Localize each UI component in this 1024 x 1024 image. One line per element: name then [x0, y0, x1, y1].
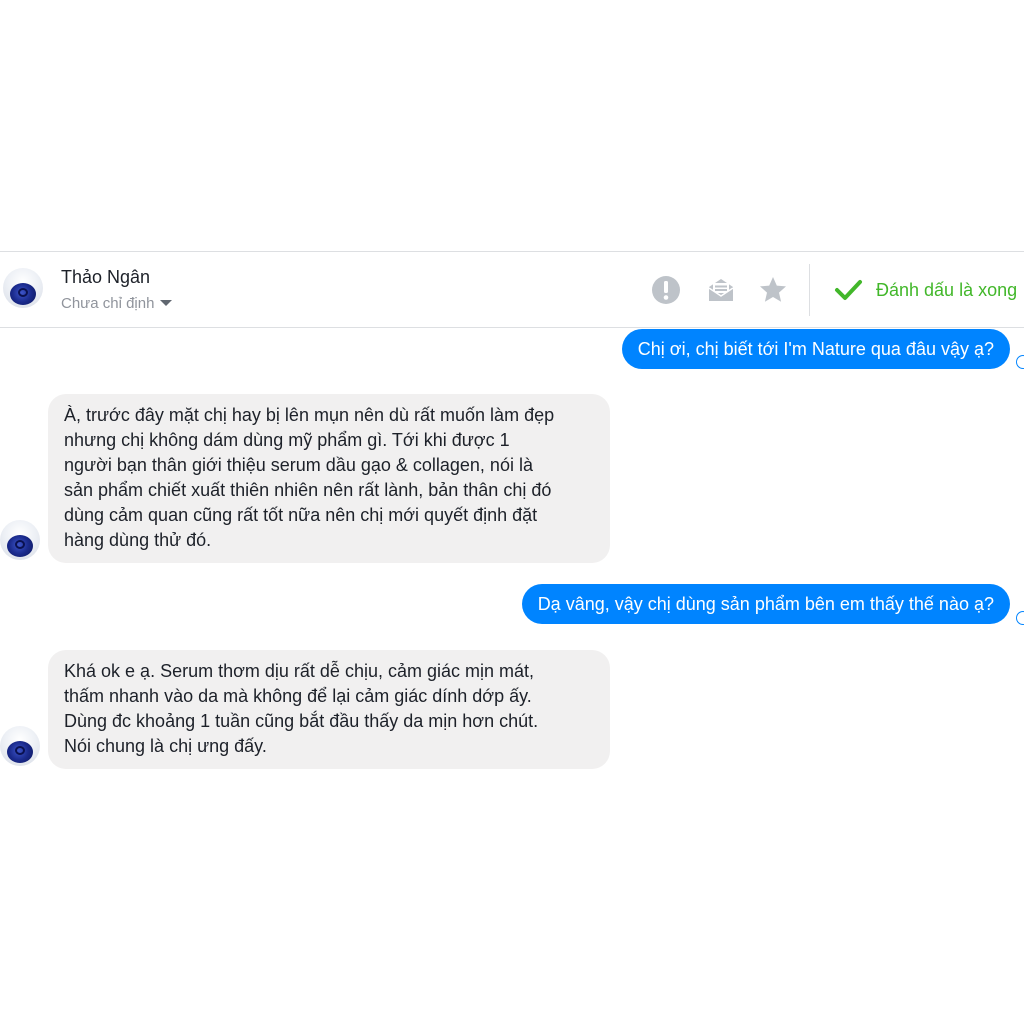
mark-done-label: Đánh dấu là xong — [876, 279, 1018, 300]
sender-avatar[interactable] — [0, 520, 40, 560]
incoming-message[interactable]: Khá ok e ạ. Serum thơm dịu rất dễ chịu, … — [48, 650, 610, 769]
outgoing-message[interactable]: Dạ vâng, vậy chị dùng sản phẩm bên em th… — [521, 584, 1010, 624]
message-text: Chị ơi, chị biết tới I'm Nature qua đâu … — [637, 339, 994, 359]
sender-avatar[interactable] — [0, 726, 40, 766]
message-line: dùng cảm quan cũng rất tốt nữa nên chị m… — [64, 505, 538, 525]
checkmark-icon — [835, 280, 862, 300]
header-divider — [809, 264, 810, 316]
chat-window: Thảo Ngân Chưa chỉ định Đánh dấu là xong… — [0, 0, 1024, 1024]
message-line: Dùng đc khoảng 1 tuần cũng bắt đầu thấy … — [64, 711, 539, 731]
conversation-header: Thảo Ngân Chưa chỉ định Đánh dấu là xong — [0, 251, 1024, 328]
message-line: hàng dùng thử đó. — [64, 530, 212, 550]
message-line: À, trước đây mặt chị hay bị lên mụn nên … — [64, 405, 555, 425]
incoming-message[interactable]: À, trước đây mặt chị hay bị lên mụn nên … — [48, 394, 610, 563]
seen-indicator-icon — [1016, 611, 1024, 625]
seen-indicator-icon — [1016, 355, 1024, 369]
caret-down-icon — [160, 300, 173, 307]
message-line: nhưng chị không dám dùng mỹ phẩm gì. Tới… — [64, 430, 510, 450]
star-icon[interactable] — [757, 274, 789, 306]
message-line: người bạn thân giới thiệu serum dầu gạo … — [64, 455, 533, 475]
assignment-label: Chưa chỉ định — [61, 295, 155, 312]
message-line: Nói chung là chị ưng đấy. — [64, 736, 267, 756]
message-line: thấm nhanh vào da mà không để lại cảm gi… — [64, 686, 532, 706]
message-line: sản phẩm chiết xuất thiên nhiên nên rất … — [64, 480, 552, 500]
exclamation-circle-icon[interactable] — [650, 274, 682, 306]
message-text: Dạ vâng, vậy chị dùng sản phẩm bên em th… — [537, 594, 994, 614]
contact-name[interactable]: Thảo Ngân — [61, 267, 150, 288]
contact-avatar[interactable] — [3, 268, 43, 308]
message-line: Khá ok e ạ. Serum thơm dịu rất dễ chịu, … — [64, 661, 535, 681]
envelope-open-icon[interactable] — [705, 274, 737, 306]
mark-done-button[interactable]: Đánh dấu là xong — [832, 274, 1017, 306]
outgoing-message[interactable]: Chị ơi, chị biết tới I'm Nature qua đâu … — [621, 329, 1010, 369]
assignment-dropdown[interactable]: Chưa chỉ định — [61, 295, 173, 312]
